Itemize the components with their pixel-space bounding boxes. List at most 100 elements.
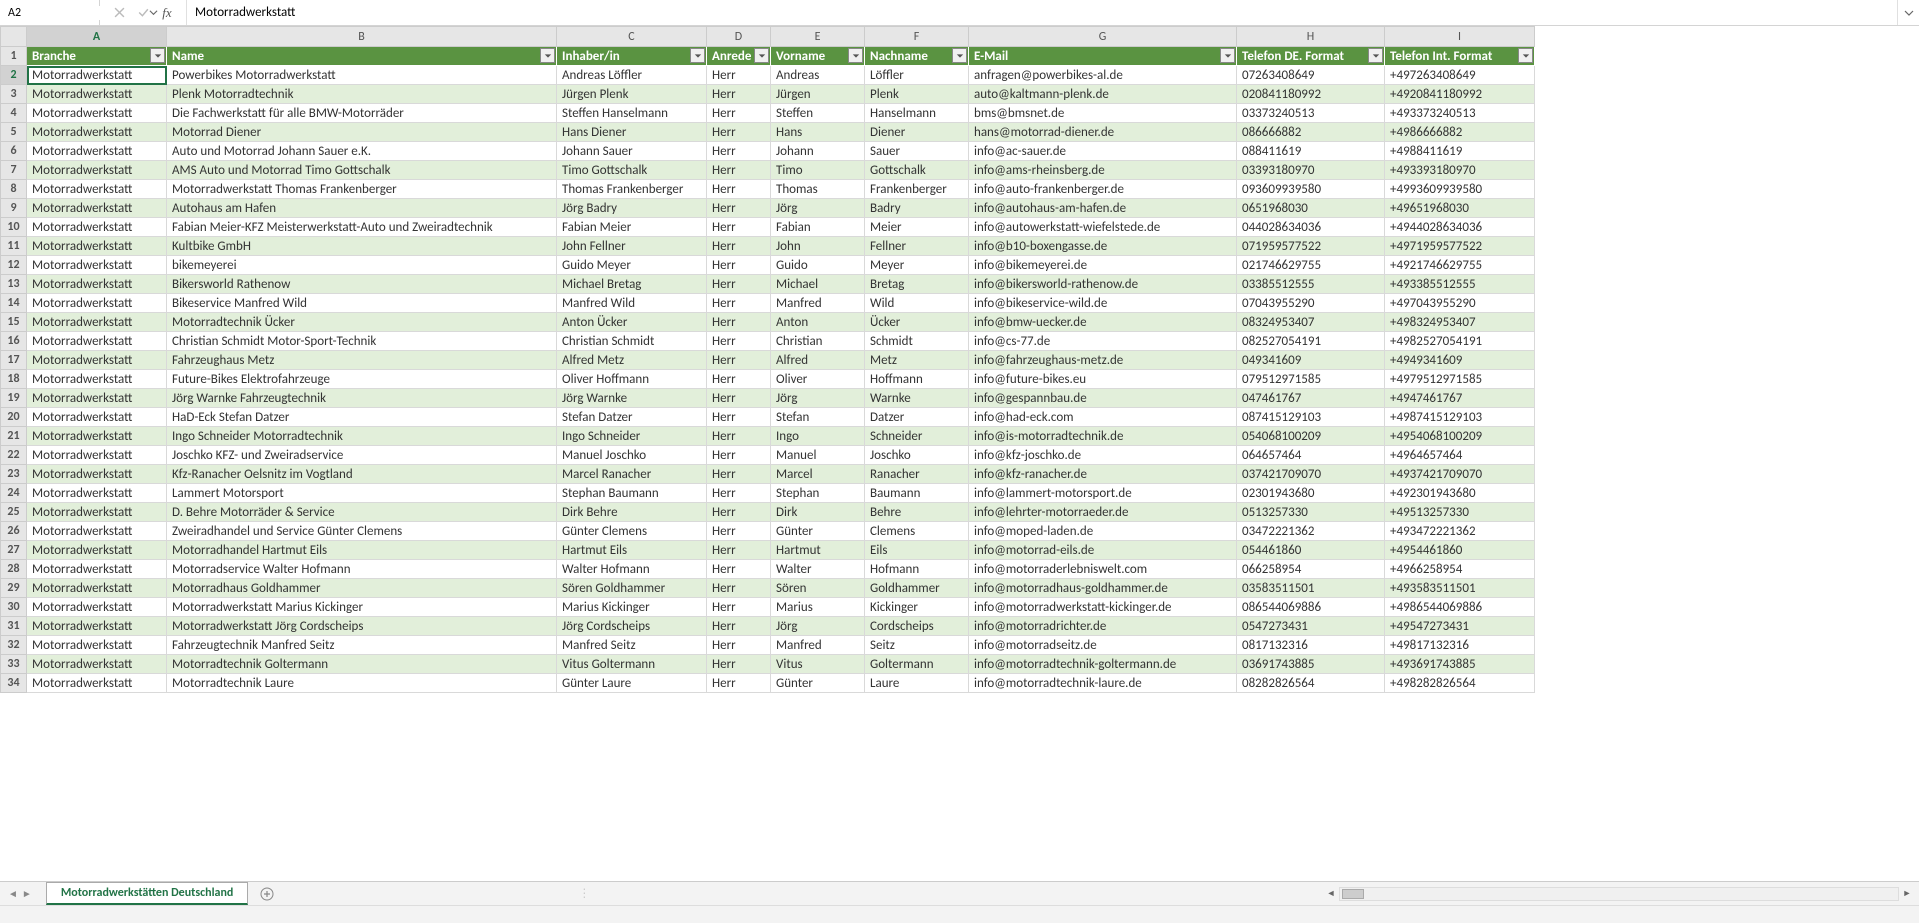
header-cell-G[interactable]: E-Mail: [969, 47, 1237, 66]
cell-C6[interactable]: Johann Sauer: [557, 142, 707, 161]
cell-A29[interactable]: Motorradwerkstatt: [27, 579, 167, 598]
cell-C28[interactable]: Walter Hofmann: [557, 560, 707, 579]
cell-I30[interactable]: +4986544069886: [1385, 598, 1535, 617]
cell-B23[interactable]: Kfz-Ranacher Oelsnitz im Vogtland: [167, 465, 557, 484]
cell-F14[interactable]: Wild: [865, 294, 969, 313]
cell-A32[interactable]: Motorradwerkstatt: [27, 636, 167, 655]
cell-I17[interactable]: +4949341609: [1385, 351, 1535, 370]
cell-E13[interactable]: Michael: [771, 275, 865, 294]
cell-E24[interactable]: Stephan: [771, 484, 865, 503]
cell-E14[interactable]: Manfred: [771, 294, 865, 313]
cell-I2[interactable]: +497263408649: [1385, 66, 1535, 85]
cell-A10[interactable]: Motorradwerkstatt: [27, 218, 167, 237]
cell-E12[interactable]: Guido: [771, 256, 865, 275]
cell-A19[interactable]: Motorradwerkstatt: [27, 389, 167, 408]
filter-dropdown-icon[interactable]: [540, 48, 555, 63]
cell-E26[interactable]: Günter: [771, 522, 865, 541]
cell-A7[interactable]: Motorradwerkstatt: [27, 161, 167, 180]
cell-H25[interactable]: 0513257330: [1237, 503, 1385, 522]
cell-G2[interactable]: anfragen@powerbikes-al.de: [969, 66, 1237, 85]
cell-E25[interactable]: Dirk: [771, 503, 865, 522]
cell-G28[interactable]: info@motorraderlebniswelt.com: [969, 560, 1237, 579]
cell-A4[interactable]: Motorradwerkstatt: [27, 104, 167, 123]
row-header-26[interactable]: 26: [1, 522, 27, 541]
row-header-3[interactable]: 3: [1, 85, 27, 104]
cell-D32[interactable]: Herr: [707, 636, 771, 655]
cell-I4[interactable]: +493373240513: [1385, 104, 1535, 123]
col-header-I[interactable]: I: [1385, 27, 1535, 47]
row-header-24[interactable]: 24: [1, 484, 27, 503]
cell-B27[interactable]: Motorradhandel Hartmut Eils: [167, 541, 557, 560]
cell-G31[interactable]: info@motorradrichter.de: [969, 617, 1237, 636]
cell-B33[interactable]: Motorradtechnik Goltermann: [167, 655, 557, 674]
cell-D30[interactable]: Herr: [707, 598, 771, 617]
cell-G4[interactable]: bms@bmsnet.de: [969, 104, 1237, 123]
cell-I19[interactable]: +4947461767: [1385, 389, 1535, 408]
cell-F33[interactable]: Goltermann: [865, 655, 969, 674]
horizontal-scrollbar[interactable]: ◄ ►: [1319, 887, 1919, 901]
header-cell-B[interactable]: Name: [167, 47, 557, 66]
cell-E34[interactable]: Günter: [771, 674, 865, 693]
cell-C25[interactable]: Dirk Behre: [557, 503, 707, 522]
cell-F26[interactable]: Clemens: [865, 522, 969, 541]
cell-E3[interactable]: Jürgen: [771, 85, 865, 104]
cell-G30[interactable]: info@motorradwerkstatt-kickinger.de: [969, 598, 1237, 617]
cell-I31[interactable]: +49547273431: [1385, 617, 1535, 636]
cell-H2[interactable]: 07263408649: [1237, 66, 1385, 85]
cell-B18[interactable]: Future-Bikes Elektrofahrzeuge: [167, 370, 557, 389]
row-header-31[interactable]: 31: [1, 617, 27, 636]
cell-H5[interactable]: 086666882: [1237, 123, 1385, 142]
cell-G19[interactable]: info@gespannbau.de: [969, 389, 1237, 408]
cell-D2[interactable]: Herr: [707, 66, 771, 85]
cell-G15[interactable]: info@bmw-uecker.de: [969, 313, 1237, 332]
row-header-28[interactable]: 28: [1, 560, 27, 579]
row-header-1[interactable]: 1: [1, 47, 27, 66]
cell-I16[interactable]: +4982527054191: [1385, 332, 1535, 351]
cell-D21[interactable]: Herr: [707, 427, 771, 446]
cell-F17[interactable]: Metz: [865, 351, 969, 370]
cell-H9[interactable]: 0651968030: [1237, 199, 1385, 218]
cell-F2[interactable]: Löffler: [865, 66, 969, 85]
cell-C21[interactable]: Ingo Schneider: [557, 427, 707, 446]
cell-F20[interactable]: Datzer: [865, 408, 969, 427]
cell-C7[interactable]: Timo Gottschalk: [557, 161, 707, 180]
cell-H13[interactable]: 03385512555: [1237, 275, 1385, 294]
cell-G24[interactable]: info@lammert-motorsport.de: [969, 484, 1237, 503]
row-header-20[interactable]: 20: [1, 408, 27, 427]
cell-E19[interactable]: Jörg: [771, 389, 865, 408]
cell-A17[interactable]: Motorradwerkstatt: [27, 351, 167, 370]
cell-D4[interactable]: Herr: [707, 104, 771, 123]
cell-F27[interactable]: Eils: [865, 541, 969, 560]
cell-B25[interactable]: D. Behre Motorräder & Service: [167, 503, 557, 522]
cell-F19[interactable]: Warnke: [865, 389, 969, 408]
cell-F15[interactable]: Ücker: [865, 313, 969, 332]
cell-D34[interactable]: Herr: [707, 674, 771, 693]
cell-D18[interactable]: Herr: [707, 370, 771, 389]
cell-F10[interactable]: Meier: [865, 218, 969, 237]
cell-B8[interactable]: Motorradwerkstatt Thomas Frankenberger: [167, 180, 557, 199]
cell-C23[interactable]: Marcel Ranacher: [557, 465, 707, 484]
sheet-tab-active[interactable]: Motorradwerkstätten Deutschland: [46, 882, 249, 905]
cell-F25[interactable]: Behre: [865, 503, 969, 522]
cell-G33[interactable]: info@motorradtechnik-goltermann.de: [969, 655, 1237, 674]
cell-F30[interactable]: Kickinger: [865, 598, 969, 617]
row-header-22[interactable]: 22: [1, 446, 27, 465]
cell-F9[interactable]: Badry: [865, 199, 969, 218]
cell-A9[interactable]: Motorradwerkstatt: [27, 199, 167, 218]
cell-C10[interactable]: Fabian Meier: [557, 218, 707, 237]
cell-I21[interactable]: +4954068100209: [1385, 427, 1535, 446]
cell-E6[interactable]: Johann: [771, 142, 865, 161]
cell-D27[interactable]: Herr: [707, 541, 771, 560]
cell-I34[interactable]: +498282826564: [1385, 674, 1535, 693]
cell-G12[interactable]: info@bikemeyerei.de: [969, 256, 1237, 275]
cell-D12[interactable]: Herr: [707, 256, 771, 275]
row-header-21[interactable]: 21: [1, 427, 27, 446]
cell-E22[interactable]: Manuel: [771, 446, 865, 465]
tab-nav-prev-icon[interactable]: ◄: [8, 887, 18, 900]
filter-dropdown-icon[interactable]: [952, 48, 967, 63]
cell-I9[interactable]: +49651968030: [1385, 199, 1535, 218]
cell-A25[interactable]: Motorradwerkstatt: [27, 503, 167, 522]
cell-I28[interactable]: +4966258954: [1385, 560, 1535, 579]
cell-A26[interactable]: Motorradwerkstatt: [27, 522, 167, 541]
header-cell-H[interactable]: Telefon DE. Format: [1237, 47, 1385, 66]
